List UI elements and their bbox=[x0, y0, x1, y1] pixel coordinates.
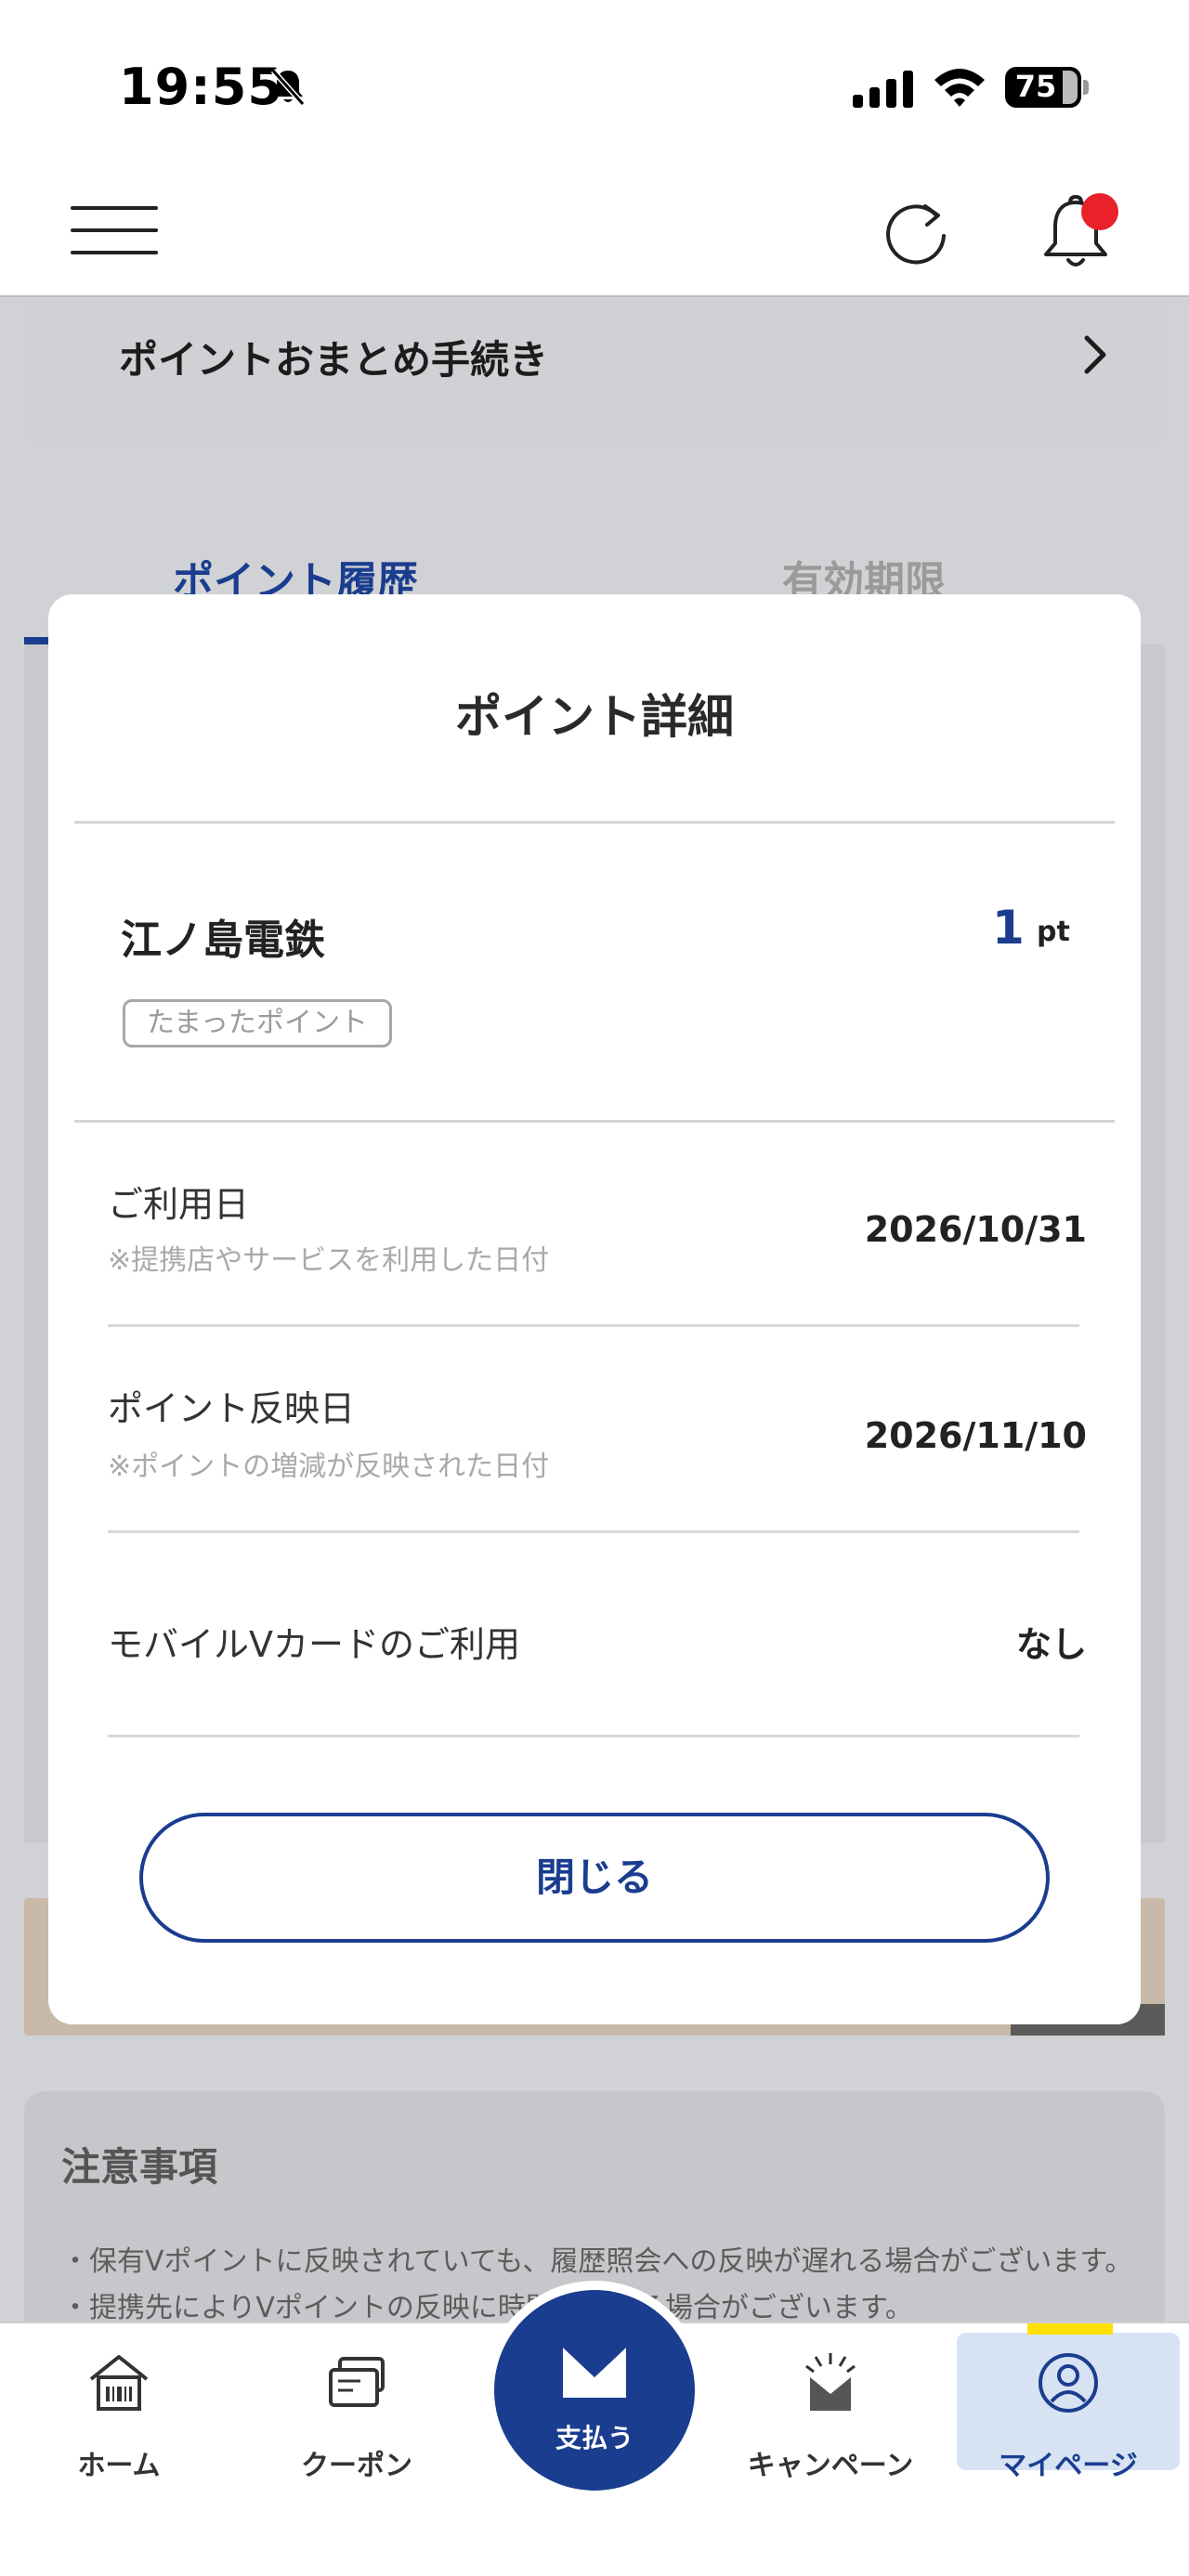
modal-title: ポイント詳細 bbox=[455, 690, 734, 744]
divider bbox=[74, 1120, 1115, 1123]
close-button[interactable]: 閉じる bbox=[139, 1813, 1050, 1943]
tab-campaign[interactable]: キャンペーン bbox=[738, 2340, 923, 2489]
divider bbox=[108, 1530, 1079, 1533]
reflect-date-label: ポイント反映日 bbox=[108, 1388, 356, 1429]
usage-date-value: 2026/10/31 bbox=[864, 1209, 1087, 1250]
tab-label: クーポン bbox=[301, 2450, 412, 2482]
point-type-tag: たまったポイント bbox=[123, 999, 392, 1047]
notification-badge bbox=[1081, 193, 1118, 230]
battery-icon: 75 bbox=[1005, 67, 1089, 108]
notice-line: ・保有Vポイントに反映されていても、履歴照会への反映が遅れる場合がございます。 bbox=[61, 2245, 1133, 2278]
home-icon bbox=[89, 2355, 149, 2411]
cellular-signal-icon bbox=[853, 71, 913, 108]
tab-label: マイページ bbox=[999, 2450, 1138, 2482]
wifi-icon bbox=[934, 69, 985, 107]
points-value: 1 bbox=[992, 901, 1025, 955]
tab-label: キャンペーン bbox=[747, 2450, 914, 2482]
points-merge-label: ポイントおまとめ手続き bbox=[119, 337, 549, 383]
points-unit: pt bbox=[1037, 916, 1070, 948]
tab-home[interactable]: ホーム bbox=[26, 2340, 212, 2489]
notification-bell-icon[interactable] bbox=[1033, 188, 1118, 273]
user-icon bbox=[1039, 2353, 1098, 2413]
status-time: 19:55 bbox=[119, 58, 283, 116]
reflect-date-note: ※ポイントの増減が反映された日付 bbox=[108, 1451, 550, 1483]
chevron-right-icon bbox=[1084, 335, 1106, 374]
divider bbox=[108, 1735, 1079, 1737]
active-tab-marker bbox=[1027, 2323, 1113, 2335]
tab-mypage[interactable]: マイページ bbox=[975, 2340, 1161, 2489]
reflect-date-value: 2026/11/10 bbox=[864, 1415, 1087, 1456]
mobile-vcard-value: なし bbox=[1015, 1624, 1087, 1665]
battery-percent: 75 bbox=[1014, 69, 1057, 104]
app-header bbox=[0, 167, 1189, 297]
bell-slash-icon bbox=[270, 69, 306, 106]
mobile-vcard-label: モバイルVカードのご利用 bbox=[108, 1624, 520, 1665]
tab-coupon[interactable]: クーポン bbox=[264, 2340, 450, 2489]
hamburger-menu-icon[interactable] bbox=[71, 206, 158, 254]
tab-label: ホーム bbox=[77, 2450, 161, 2482]
divider bbox=[74, 821, 1115, 824]
pay-icon bbox=[560, 2341, 629, 2398]
pay-label: 支払う bbox=[555, 2423, 634, 2453]
status-bar: 19:55 75 bbox=[0, 0, 1189, 167]
campaign-icon bbox=[805, 2353, 856, 2411]
usage-date-label: ご利用日 bbox=[108, 1184, 250, 1225]
coupon-icon bbox=[329, 2357, 385, 2407]
divider bbox=[108, 1324, 1079, 1327]
usage-date-note: ※提携店やサービスを利用した日付 bbox=[108, 1244, 550, 1277]
point-detail-modal: ポイント詳細 江ノ島電鉄 1 pt たまったポイント ご利用日 ※提携店やサービ… bbox=[48, 594, 1141, 2024]
refresh-icon[interactable] bbox=[879, 195, 953, 269]
merchant-name: 江ノ島電鉄 bbox=[121, 917, 325, 964]
notice-title: 注意事項 bbox=[61, 2144, 218, 2190]
